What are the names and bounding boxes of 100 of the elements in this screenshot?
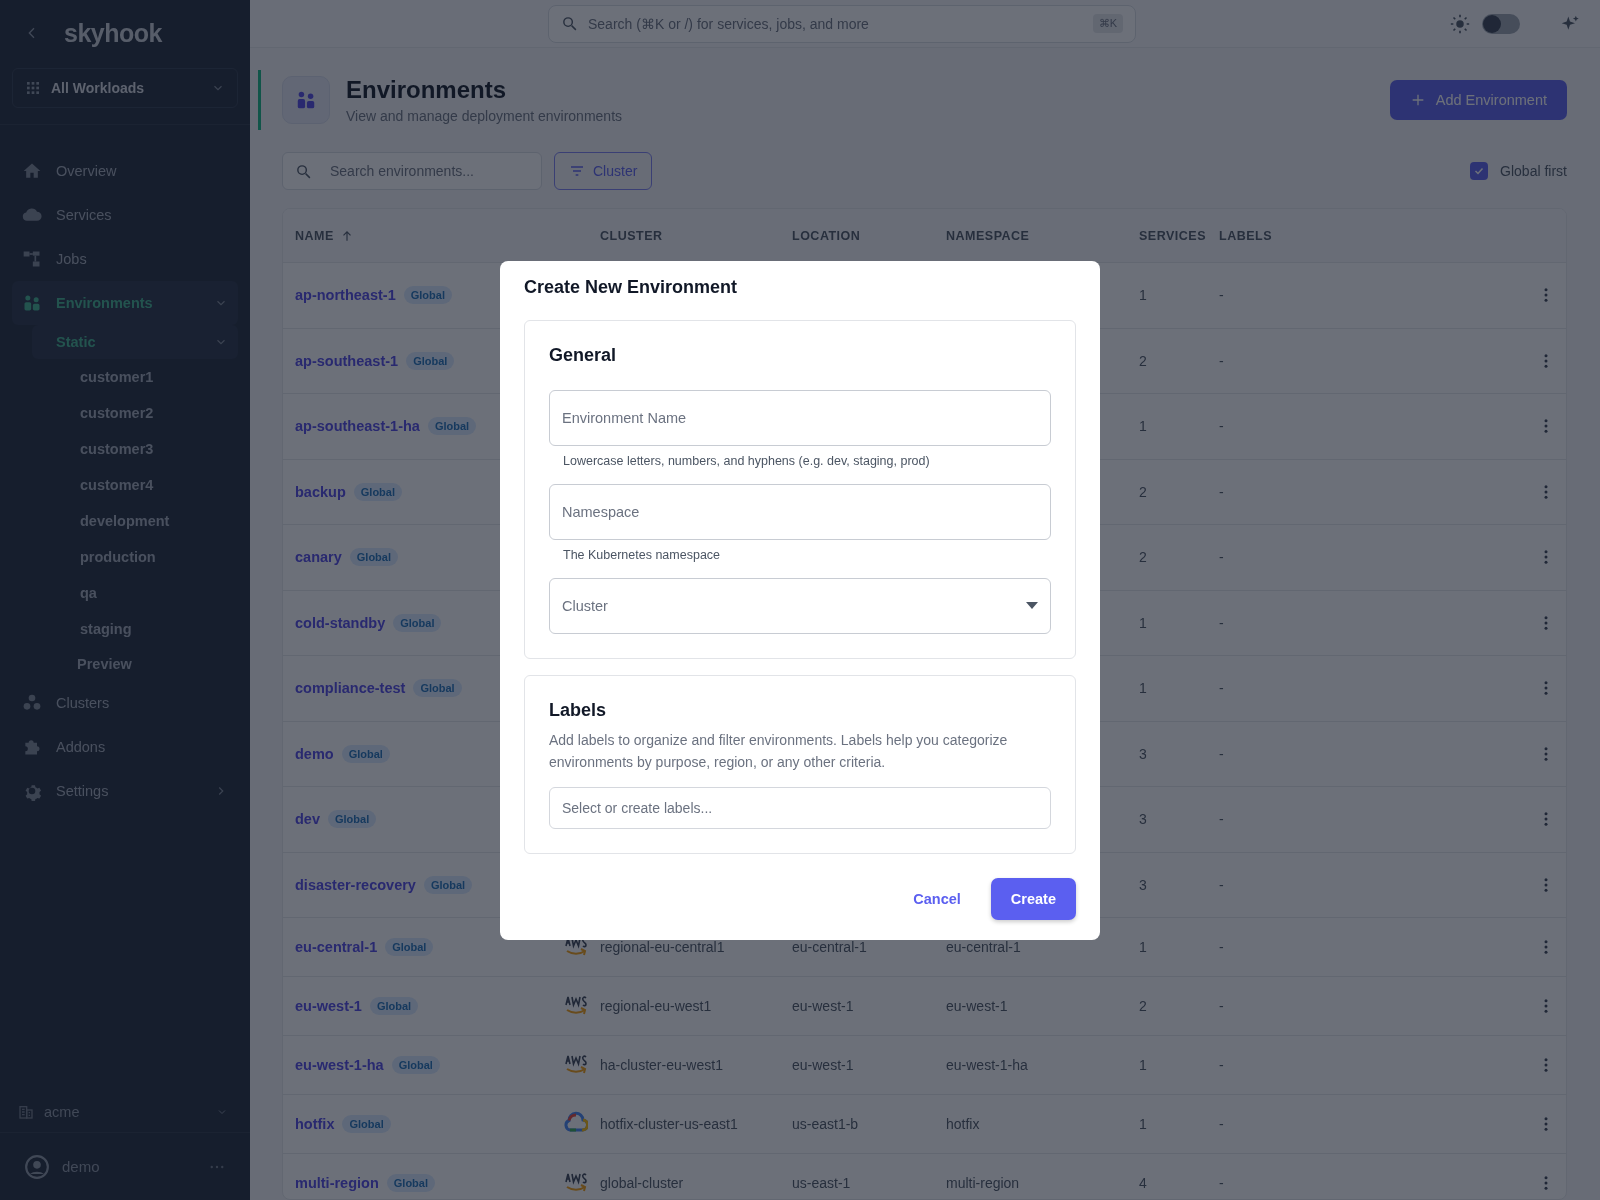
table-cell-text: - [1219, 680, 1225, 697]
caret-icon [1026, 602, 1038, 609]
scope-badge: Global [386, 1174, 435, 1192]
table-cell-text: eu-west-1-ha [946, 1057, 1029, 1073]
scope-badge: Global [353, 482, 402, 501]
environment-link[interactable]: eu-central-1 [295, 939, 378, 955]
scope-badge: Global [342, 1115, 391, 1133]
search-icon [295, 162, 312, 180]
table-cell-text: 1 [1139, 614, 1148, 631]
scope-badge: Global [403, 286, 452, 305]
table-cell-text: 2 [1139, 998, 1148, 1014]
table-cell-text: us-east-1 [792, 1175, 852, 1191]
environment-link[interactable]: hotfix [295, 1116, 335, 1132]
environment-link[interactable]: ap-northeast-1 [295, 287, 396, 304]
table-cell-text: 1 [1139, 287, 1148, 304]
environment-link[interactable]: ap-southeast-1 [295, 352, 399, 369]
scope-badge: Global [423, 875, 473, 894]
table-cell-text: hotfix [946, 1116, 981, 1132]
column-header[interactable]: CLUSTER [600, 228, 663, 243]
table-cell-text: 1 [1139, 1057, 1148, 1073]
environment-link[interactable]: backup [295, 483, 346, 500]
table-cell-text: 3 [1139, 811, 1148, 828]
workflow-icon [22, 249, 42, 269]
section-heading: General [549, 344, 618, 366]
search-field[interactable]: Search environments... [282, 152, 542, 190]
table-cell-text: - [1219, 549, 1225, 566]
filter-icon [569, 163, 585, 179]
nodes-icon [22, 693, 42, 713]
table-cell-text: - [1219, 483, 1225, 500]
table-cell-text: regional-eu-central1 [600, 939, 726, 955]
cluster-select[interactable]: Cluster [549, 577, 1051, 634]
scope-badge: Global [427, 417, 477, 436]
dialog-title: Create New Environment [524, 276, 739, 298]
logo: skyhook [64, 18, 162, 48]
scope-badge: Global [341, 744, 390, 763]
helper-text: Lowercase letters, numbers, and hyphens (e.g. dev, staging, prod) [562, 452, 931, 468]
table-cell-text: 2 [1139, 549, 1148, 566]
table-cell-text: ha-cluster-eu-west1 [600, 1057, 724, 1073]
sun-icon [1450, 13, 1470, 34]
environment-link[interactable]: disaster-recovery [295, 876, 416, 893]
scope-badge: Global [391, 1056, 440, 1074]
table-cell-text: - [1219, 1057, 1225, 1073]
workspace-selector[interactable]: All Workloads [12, 68, 238, 108]
environment-link[interactable]: ap-southeast-1-ha [295, 418, 420, 435]
table-cell-text: 1 [1139, 680, 1148, 697]
cluster-filter-button[interactable]: Cluster [554, 152, 653, 190]
column-header[interactable]: NAME [295, 228, 354, 243]
home-icon [22, 161, 42, 181]
scope-badge: Global [413, 679, 462, 698]
workspace-label: All Workloads [51, 80, 145, 96]
scope-badge: Global [385, 938, 434, 956]
cancel-button[interactable]: Cancel [893, 877, 981, 920]
table-cell-text: regional-eu-west1 [600, 998, 713, 1014]
environment-link[interactable]: compliance-test [295, 680, 406, 697]
theme-toggle[interactable] [1482, 13, 1520, 34]
scope-badge: Global [349, 548, 398, 567]
table-cell-text: - [1219, 811, 1225, 828]
environment-link[interactable]: demo [295, 745, 334, 762]
avatar-icon [24, 1153, 50, 1180]
checkbox[interactable] [1470, 162, 1489, 180]
page-title: Environments [346, 76, 508, 104]
column-header[interactable]: SERVICES [1139, 228, 1206, 243]
table-cell-text: 1 [1139, 418, 1148, 435]
table-cell-text: - [1219, 418, 1225, 435]
table-cell-text: 3 [1139, 745, 1148, 762]
building-icon [18, 1104, 34, 1120]
column-header[interactable]: NAMESPACE [946, 228, 1030, 243]
scope-badge: Global [369, 997, 419, 1015]
column-header[interactable]: LOCATION [792, 228, 861, 243]
puzzle-icon [22, 737, 42, 757]
scope-badge: Global [328, 810, 377, 829]
table-cell-text: us-east1-b [792, 1116, 860, 1132]
table-cell-text: 4 [1139, 1175, 1148, 1191]
table-cell-text: - [1219, 1175, 1225, 1191]
people-icon [295, 89, 317, 111]
environment-link[interactable]: dev [295, 811, 320, 828]
table-cell-text: 2 [1139, 483, 1148, 500]
table-cell-text: eu-central-1 [946, 939, 1022, 955]
people-icon [22, 293, 42, 313]
table-cell-text: - [1219, 352, 1225, 369]
input-field[interactable]: Environment Name [549, 389, 1051, 446]
table-cell-text: 1 [1139, 939, 1148, 955]
table-cell-text: eu-west-1 [792, 1057, 855, 1073]
environment-link[interactable]: eu-west-1 [295, 998, 362, 1014]
environment-link[interactable]: cold-standby [295, 614, 386, 631]
section-heading: Labels [549, 699, 608, 721]
table-cell-text: - [1219, 614, 1225, 631]
table-cell-text: multi-region [946, 1175, 1021, 1191]
helper-text: The Kubernetes namespace [562, 546, 722, 562]
labels-field[interactable]: Select or create labels... [549, 786, 1051, 829]
environment-link[interactable]: eu-west-1-ha [295, 1057, 384, 1073]
input-field[interactable]: Namespace [549, 483, 1051, 540]
environment-link[interactable]: multi-region [295, 1175, 379, 1191]
table-cell-text: global-cluster [600, 1175, 685, 1191]
column-header[interactable]: LABELS [1219, 228, 1272, 243]
table-cell-text: - [1219, 939, 1225, 955]
create-button[interactable]: Create [990, 877, 1076, 920]
environment-link[interactable]: canary [295, 549, 342, 566]
table-cell-text: hotfix-cluster-us-east1 [600, 1116, 739, 1132]
scope-badge: Global [406, 351, 455, 370]
